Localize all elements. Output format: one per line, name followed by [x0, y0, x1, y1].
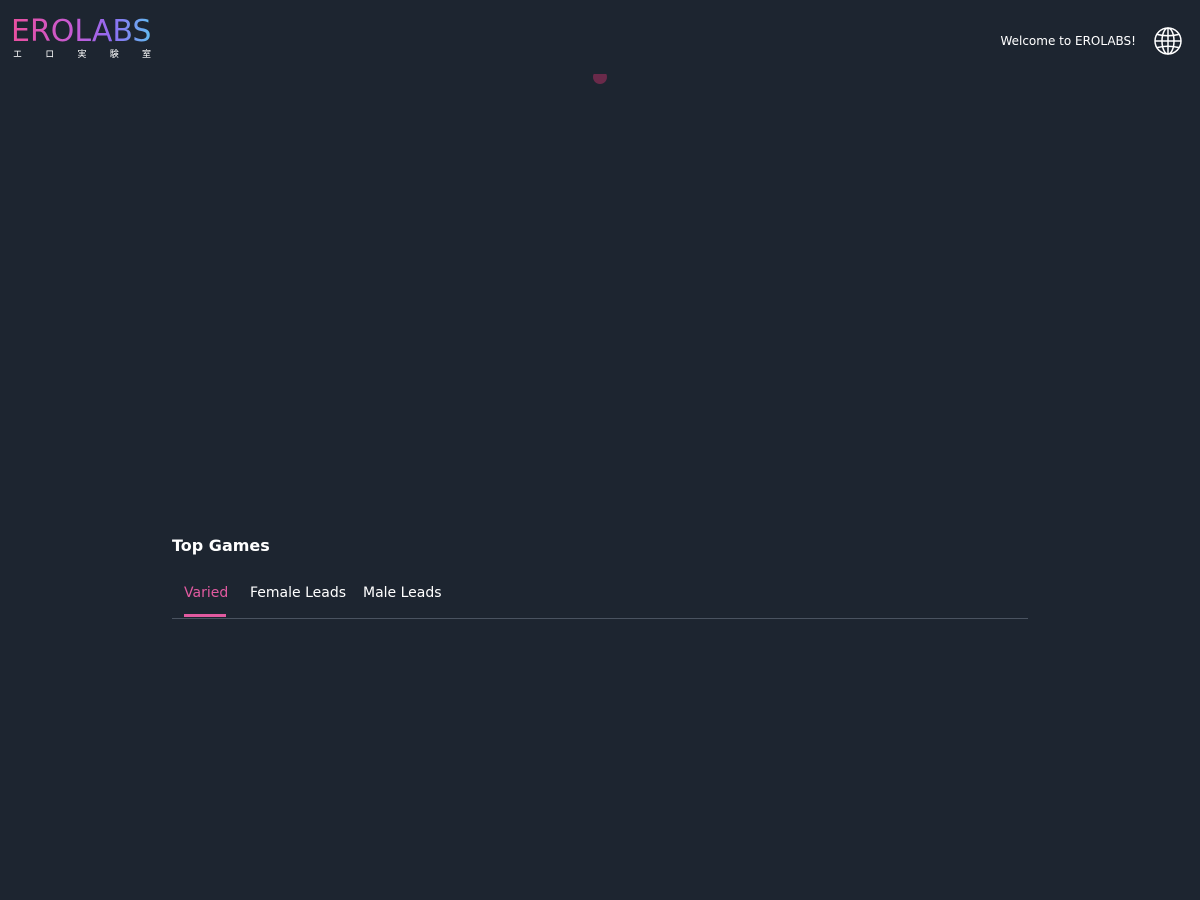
loading-indicator	[593, 74, 607, 84]
section-title: Top Games	[172, 536, 270, 555]
active-tab-indicator	[184, 614, 226, 617]
logo-subtitle-char: 験	[109, 50, 119, 60]
logo-subtitle-char: 実	[77, 50, 87, 60]
globe-icon[interactable]	[1153, 26, 1183, 56]
logo-subtitle-char: 室	[141, 50, 151, 60]
tab-male-leads[interactable]: Male Leads	[363, 584, 442, 602]
logo-subtitle-char: ロ	[45, 50, 55, 60]
tab-female-leads[interactable]: Female Leads	[250, 584, 346, 602]
welcome-text: Welcome to EROLABS!	[1000, 34, 1136, 48]
logo-subtitle-char: エ	[13, 50, 23, 60]
tab-varied[interactable]: Varied	[184, 584, 228, 602]
site-header: EROLABS エ ロ 実 験 室 Welcome to EROLABS!	[0, 0, 1200, 80]
logo-subtitle: エ ロ 実 験 室	[11, 50, 151, 60]
top-games-tabs: Varied Female Leads Male Leads	[172, 576, 1028, 619]
logo-wordmark: EROLABS	[11, 17, 155, 47]
erolabs-logo[interactable]: EROLABS エ ロ 実 験 室	[11, 17, 155, 63]
page: EROLABS エ ロ 実 験 室 Welcome to EROLABS! To…	[0, 0, 1200, 900]
